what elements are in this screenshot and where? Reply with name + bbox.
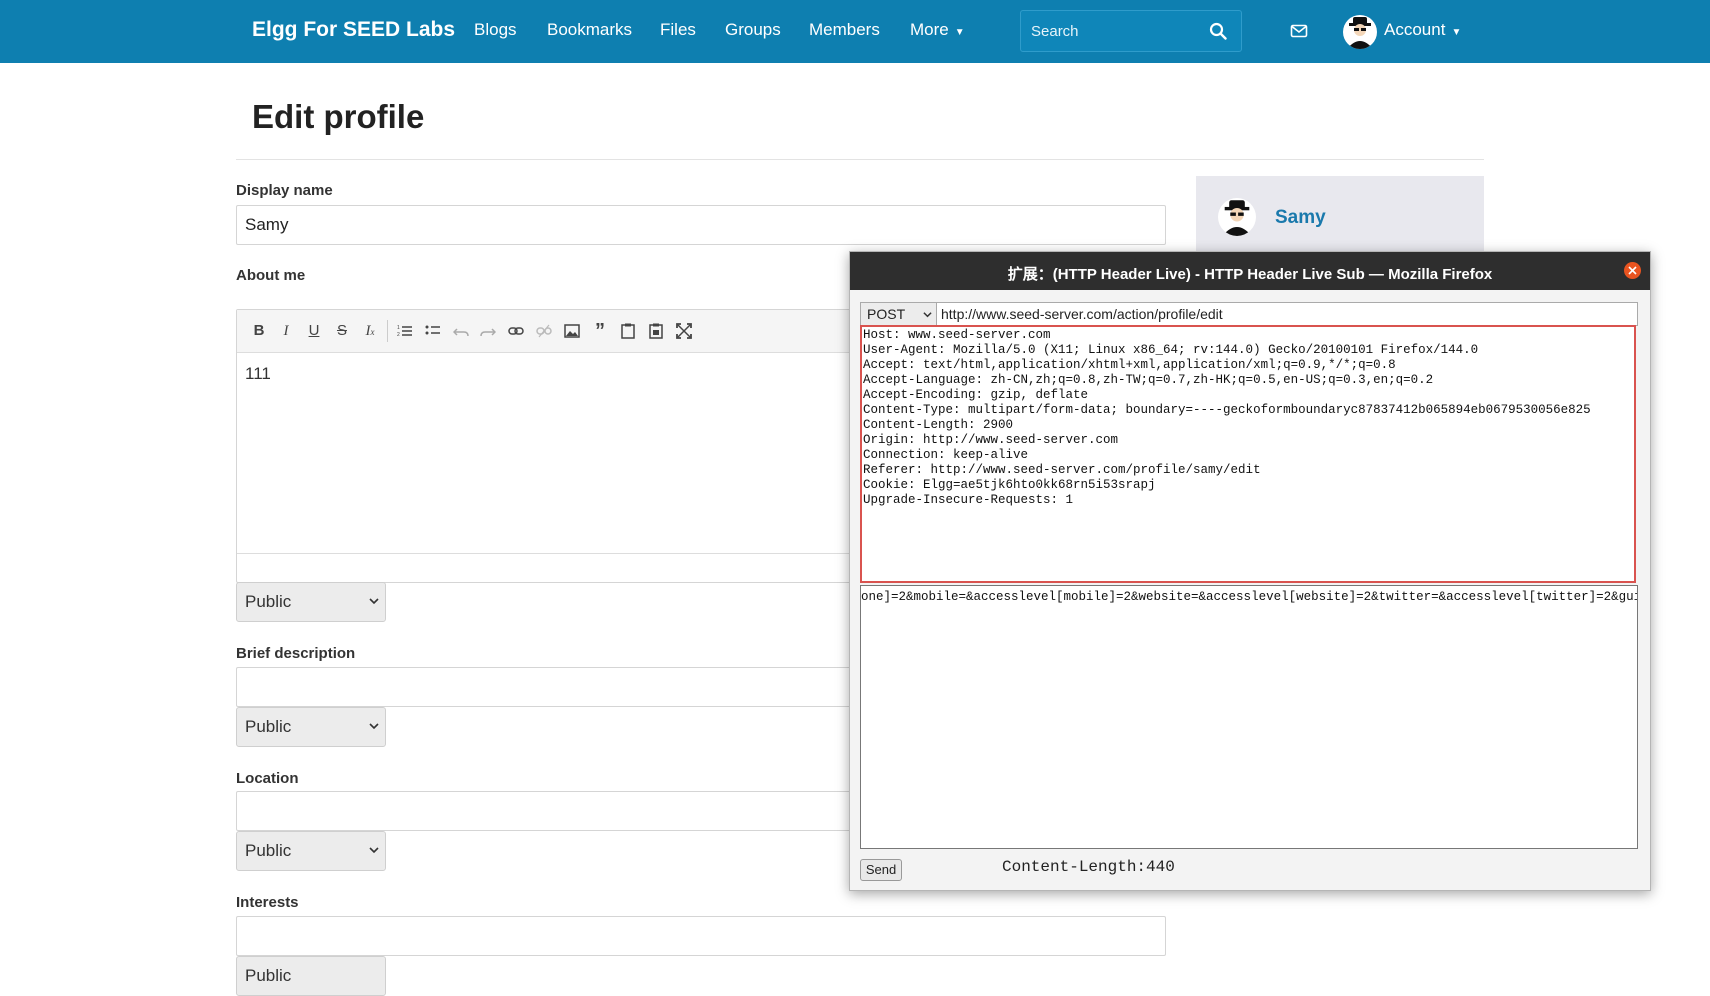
svg-text:1: 1 [397,325,400,331]
about-me-access-select[interactable]: Public [236,582,386,622]
remove-format-icon[interactable]: Ix [360,321,380,341]
nav-groups[interactable]: Groups [725,20,781,40]
display-name-label: Display name [236,182,333,199]
method-value: POST [867,306,906,322]
header-line: Accept-Encoding: gzip, deflate [863,388,1089,402]
request-url-input[interactable]: http://www.seed-server.com/action/profil… [936,302,1638,326]
access-select-value: Public [245,966,292,985]
maximize-icon[interactable] [674,321,694,341]
divider [236,159,1484,160]
profile-owner-card: Samy [1196,176,1484,256]
interests-label: Interests [236,894,299,911]
account-menu[interactable]: Account ▼ [1384,20,1461,40]
profile-owner-name[interactable]: Samy [1275,207,1326,229]
header-line: Connection: keep-alive [863,448,1029,462]
header-line: User-Agent: Mozilla/5.0 (X11; Linux x86_… [863,343,1479,357]
chevron-down-icon: ▼ [954,27,965,38]
close-icon[interactable] [1624,262,1641,279]
header-line: Origin: http://www.seed-server.com [863,433,1119,447]
profile-avatar[interactable] [1218,198,1256,236]
content-length-readout: Content-Length:440 [1002,858,1175,876]
undo-icon[interactable] [451,321,471,341]
display-name-field[interactable]: Samy [236,205,1166,245]
brief-description-access-select[interactable]: Public [236,707,386,747]
spy-avatar-icon [1222,200,1252,236]
nav-bookmarks[interactable]: Bookmarks [547,20,632,40]
about-me-text: 111 [245,364,271,383]
search-box [1020,10,1242,52]
italic-icon[interactable]: I [276,321,296,341]
nav-blogs[interactable]: Blogs [474,20,517,40]
location-access-select[interactable]: Public [236,831,386,871]
header-line: Host: www.seed-server.com [863,328,1051,342]
image-icon[interactable] [562,321,582,341]
method-select[interactable]: POST [860,302,937,326]
chevron-down-icon [369,847,379,854]
interests-field[interactable] [236,916,1166,956]
display-name-value: Samy [245,215,289,234]
strikethrough-icon[interactable]: S [332,321,352,341]
bold-icon[interactable]: B [249,321,269,341]
window-title: 扩展：(HTTP Header Live) - HTTP Header Live… [1007,266,1493,283]
redo-icon[interactable] [478,321,498,341]
bulleted-list-icon[interactable] [423,321,443,341]
chevron-down-icon: ▼ [1451,27,1462,38]
send-button[interactable]: Send [860,859,902,881]
header-line: Accept: text/html,application/xhtml+xml,… [863,358,1396,372]
mail-icon[interactable] [1290,22,1308,40]
chevron-down-icon [369,598,379,605]
interests-access-select[interactable]: Public [236,956,386,996]
chevron-down-icon [923,312,932,318]
access-select-value: Public [245,592,292,611]
request-body-text: one]=2&mobile=&accesslevel[mobile]=2&web… [861,590,1638,604]
header-line: Content-Type: multipart/form-data; bound… [863,403,1591,417]
chevron-down-icon [369,723,379,730]
svg-text:2: 2 [397,332,400,338]
underline-icon[interactable]: U [304,321,324,341]
access-select-value: Public [245,841,292,860]
access-select-value: Public [245,717,292,736]
brief-description-label: Brief description [236,645,356,662]
nav-files[interactable]: Files [660,20,696,40]
page-title: Edit profile [252,98,425,135]
link-icon[interactable] [506,321,526,341]
blockquote-icon[interactable]: ” [590,321,610,341]
top-navbar: Elgg For SEED Labs Blogs Bookmarks Files… [0,0,1710,63]
account-label: Account [1384,20,1446,39]
paste-icon[interactable] [618,321,638,341]
spy-avatar-icon [1347,17,1373,49]
nav-members[interactable]: Members [809,20,880,40]
site-brand[interactable]: Elgg For SEED Labs [252,18,455,42]
nav-more[interactable]: More ▼ [910,20,965,40]
location-label: Location [236,770,299,787]
request-body-textarea[interactable]: one]=2&mobile=&accesslevel[mobile]=2&web… [860,585,1638,849]
search-icon[interactable] [1209,22,1227,40]
header-line: Upgrade-Insecure-Requests: 1 [863,493,1074,507]
paste-from-word-icon[interactable] [646,321,666,341]
search-input[interactable] [1029,19,1203,43]
http-header-live-window: 扩展：(HTTP Header Live) - HTTP Header Live… [849,251,1651,891]
header-line: Referer: http://www.seed-server.com/prof… [863,463,1261,477]
numbered-list-icon[interactable]: 12 [395,321,415,341]
unlink-icon[interactable] [534,321,554,341]
header-line: Content-Length: 2900 [863,418,1014,432]
request-headers-textarea[interactable]: Host: www.seed-server.com User-Agent: Mo… [860,325,1636,583]
request-url-value: http://www.seed-server.com/action/profil… [941,306,1223,322]
about-me-label: About me [236,267,306,284]
nav-more-label: More [910,20,949,39]
header-line: Accept-Language: zh-CN,zh;q=0.8,zh-TW;q=… [863,373,1434,387]
window-titlebar[interactable]: 扩展：(HTTP Header Live) - HTTP Header Live… [850,252,1650,290]
toolbar-separator [387,320,388,342]
header-line: Cookie: Elgg=ae5tjk6hto0kk68rn5i53srapj [863,478,1156,492]
account-avatar[interactable] [1343,15,1377,49]
